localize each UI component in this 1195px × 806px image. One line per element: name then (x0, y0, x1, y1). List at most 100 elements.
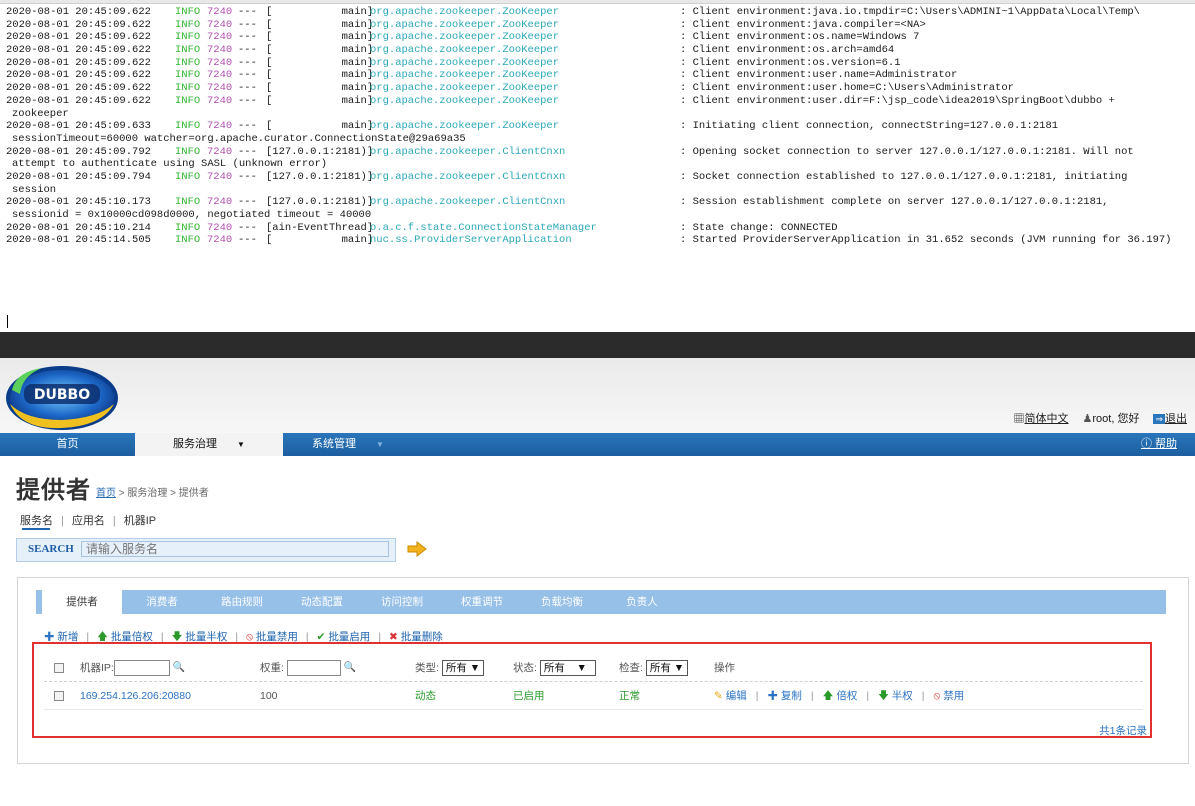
user-name: root, 您好 (1092, 413, 1140, 425)
log-level: INFO (175, 94, 201, 107)
main-nav: 首页 服务治理 ▼ 系统管理 ▼ ⓘ 帮助 (0, 433, 1195, 456)
log-message: : Client environment:user.name=Administr… (680, 69, 958, 82)
page-title: 提供者 (16, 477, 91, 504)
log-line-continuation: sessionid = 0x10000cd098d0000, negotiate… (12, 209, 372, 221)
log-timestamp: 2020-08-01 20:45:09.622 (6, 44, 151, 57)
log-timestamp: 2020-08-01 20:45:09.622 (6, 69, 151, 82)
log-message: : Session establishment complete on serv… (680, 196, 1109, 209)
console-log-panel: 2020-08-01 20:45:09.622 INFO 7240 --- [ main… (0, 0, 1195, 332)
active-subtab-indicator (22, 528, 50, 530)
log-timestamp: 2020-08-01 20:45:09.622 (6, 18, 151, 31)
logout-icon: ⇒ (1153, 414, 1165, 424)
help-link[interactable]: ⓘ 帮助 (1141, 433, 1177, 456)
subtab-service-name[interactable]: 服务名 (20, 515, 53, 527)
logout-label[interactable]: 退出 (1165, 413, 1187, 425)
search-type-tabs: 服务名 | 应用名 | 机器IP (20, 515, 157, 527)
log-logger: org.apache.zookeeper.ClientCnxn (370, 170, 566, 183)
help-icon: ⓘ (1140, 438, 1152, 450)
language-label[interactable]: 简体中文 (1025, 413, 1069, 425)
log-timestamp: 2020-08-01 20:45:14.505 (6, 234, 151, 247)
log-message: : Opening socket connection to server 12… (680, 145, 1134, 158)
log-timestamp: 2020-08-01 20:45:09.622 (6, 31, 151, 44)
log-separator: --- (238, 145, 257, 158)
nav-system-label: 系统管理 (312, 438, 357, 450)
tab-0[interactable]: 提供者 (42, 590, 122, 614)
tab-4[interactable]: 访问控制 (362, 590, 442, 614)
log-message: : Client environment:os.arch=amd64 (680, 44, 895, 57)
log-logger: org.apache.zookeeper.ClientCnxn (370, 196, 566, 209)
log-thread: [ main] (266, 6, 374, 18)
dubbo-logo: DUBBO (6, 366, 118, 430)
log-separator: --- (238, 69, 257, 82)
log-pid: 7240 (207, 18, 233, 31)
log-timestamp: 2020-08-01 20:45:09.633 (6, 120, 151, 133)
user-icon: ♟ (1082, 413, 1093, 425)
log-line-continuation: sessionTimeout=60000 watcher=org.apache.… (12, 132, 466, 145)
log-line: 2020-08-01 20:45:09.622 INFO 7240 --- [ main… (6, 57, 1195, 70)
breadcrumb: 首页 > 服务治理 > 提供者 (96, 484, 209, 499)
tab-2[interactable]: 路由规则 (202, 590, 282, 614)
tab-1[interactable]: 消费者 (122, 590, 202, 614)
app-header: DUBBO ▦简体中文 ♟root, 您好 ⇒ 退出 (0, 358, 1195, 433)
log-pid: 7240 (207, 145, 233, 158)
log-timestamp: 2020-08-01 20:45:10.214 (6, 221, 151, 234)
log-timestamp: 2020-08-01 20:45:09.622 (6, 6, 151, 18)
log-pid: 7240 (207, 82, 233, 95)
nav-home[interactable]: 首页 (0, 433, 135, 456)
log-logger: org.apache.zookeeper.ZooKeeper (370, 56, 560, 69)
log-level: INFO (175, 82, 201, 95)
subtab-machine-ip[interactable]: 机器IP (124, 515, 156, 527)
log-level: INFO (175, 56, 201, 69)
log-logger: org.apache.zookeeper.ZooKeeper (370, 18, 560, 31)
tab-5[interactable]: 权重调节 (442, 590, 522, 614)
log-level: INFO (175, 6, 201, 18)
nav-system-management[interactable]: 系统管理 ▼ (283, 433, 413, 456)
subtab-app-name[interactable]: 应用名 (72, 515, 105, 527)
log-line: 2020-08-01 20:45:14.505 INFO 7240 --- [ main… (6, 234, 1195, 247)
log-output: 2020-08-01 20:45:09.622 INFO 7240 --- [ main… (0, 4, 1195, 247)
search-bar: SEARCH (16, 538, 396, 562)
caret-down-icon: ▼ (237, 440, 245, 449)
log-message: : State change: CONNECTED (680, 221, 838, 234)
breadcrumb-home[interactable]: 首页 (96, 488, 116, 499)
log-separator: --- (238, 94, 257, 107)
log-pid: 7240 (207, 221, 233, 234)
log-thread: [ main] (266, 82, 374, 95)
log-separator: --- (238, 44, 257, 57)
logout-link[interactable]: ⇒ 退出 (1153, 410, 1187, 426)
user-links: ▦简体中文 ♟root, 您好 ⇒ 退出 (1014, 410, 1188, 426)
log-message: : Initiating client connection, connectS… (680, 120, 1059, 133)
log-line-continuation: session (12, 183, 57, 196)
log-line: 2020-08-01 20:45:09.622 INFO 7240 --- [ main… (6, 82, 1195, 95)
nav-service-governance[interactable]: 服务治理 ▼ (135, 433, 283, 456)
log-logger: org.apache.zookeeper.ZooKeeper (370, 120, 560, 133)
log-logger: org.apache.zookeeper.ZooKeeper (370, 6, 560, 18)
language-link[interactable]: ▦简体中文 (1014, 410, 1069, 426)
log-line-continuation: zookeeper (12, 107, 69, 120)
log-separator: --- (238, 196, 257, 209)
log-level: INFO (175, 221, 201, 234)
log-logger: org.apache.zookeeper.ZooKeeper (370, 69, 560, 82)
search-label: SEARCH (28, 543, 74, 555)
log-line: 2020-08-01 20:45:09.622 INFO 7240 --- [ main… (6, 19, 1195, 32)
log-logger: org.apache.zookeeper.ZooKeeper (370, 31, 560, 44)
log-timestamp: 2020-08-01 20:45:09.622 (6, 56, 151, 69)
log-timestamp: 2020-08-01 20:45:09.792 (6, 145, 151, 158)
log-thread: [ main] (266, 31, 374, 44)
log-separator: --- (238, 6, 257, 18)
log-separator: --- (238, 120, 257, 133)
log-logger: nuc.ss.ProviderServerApplication (370, 234, 572, 247)
tab-3[interactable]: 动态配置 (282, 590, 362, 614)
log-level: INFO (175, 31, 201, 44)
search-input[interactable] (81, 541, 389, 557)
log-thread: [127.0.0.1:2181)] (266, 145, 374, 158)
log-thread: [ main] (266, 56, 374, 69)
log-level: INFO (175, 18, 201, 31)
search-arrow-button[interactable] (406, 541, 428, 557)
tab-7[interactable]: 负责人 (602, 590, 682, 614)
tab-6[interactable]: 负载均衡 (522, 590, 602, 614)
log-thread: [ main] (266, 234, 374, 247)
log-message: : Socket connection established to 127.0… (680, 170, 1128, 183)
nav-governance-label: 服务治理 (173, 438, 218, 450)
log-separator: --- (238, 18, 257, 31)
